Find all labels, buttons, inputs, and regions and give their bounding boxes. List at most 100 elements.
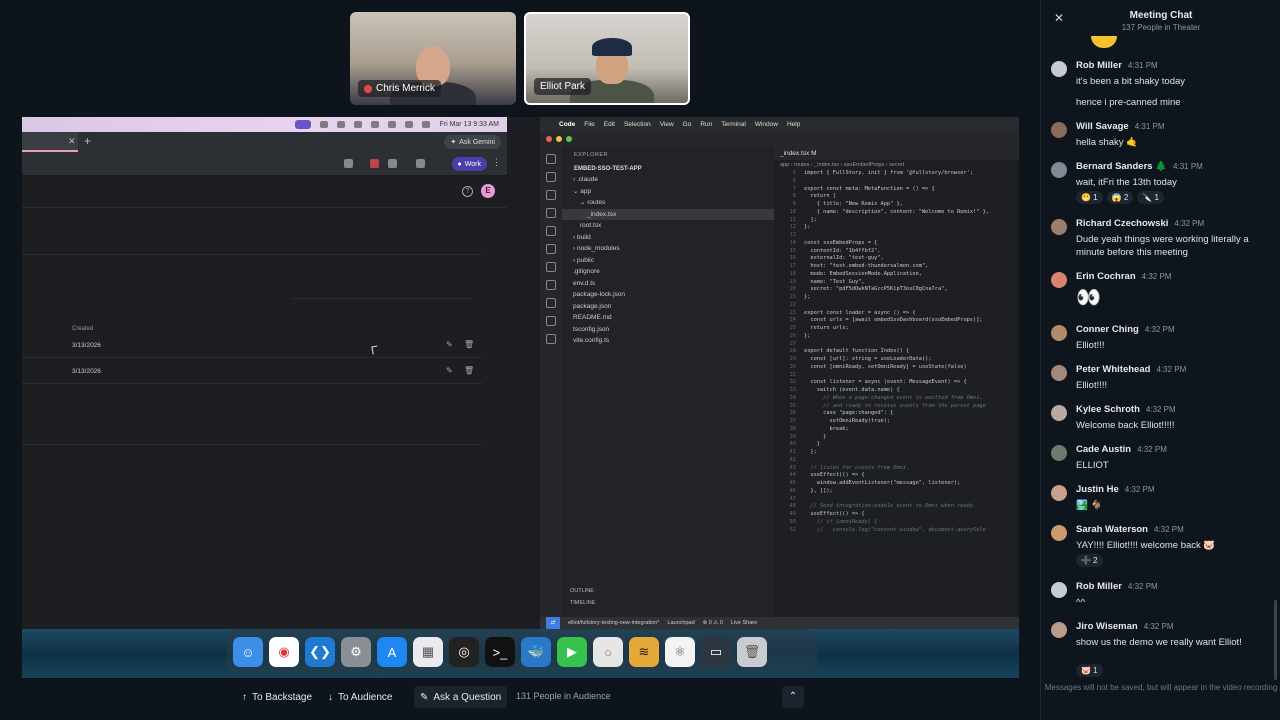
avatar[interactable] — [1051, 445, 1067, 461]
file-tree-item[interactable]: › node_modules — [562, 243, 774, 255]
file-tree-item[interactable]: package.json — [562, 301, 774, 313]
chevron-up-icon[interactable]: ⌃ — [782, 686, 804, 708]
reaction-chip[interactable]: 🔪 1 — [1137, 191, 1164, 204]
remote-icon[interactable]: ⇄ — [546, 617, 560, 629]
edit-icon[interactable]: ✎ — [446, 340, 453, 349]
extension-icon[interactable] — [546, 280, 556, 290]
menu-item[interactable]: File — [584, 121, 594, 128]
work-profile-button[interactable]: ● Work — [451, 157, 487, 171]
trash-icon[interactable]: 🗑 — [464, 340, 474, 349]
avatar[interactable] — [1051, 325, 1067, 341]
table-row[interactable]: 3/13/2026 ✎ 🗑 — [22, 334, 482, 358]
menu-item[interactable]: Terminal — [721, 121, 746, 128]
reaction-chip[interactable]: 🐷 1 — [1076, 664, 1103, 677]
scrollbar[interactable] — [1274, 600, 1277, 680]
file-tree-item[interactable]: › .claude — [562, 174, 774, 186]
code-editor[interactable]: _index.tsx M app › routes › _index.tsx ›… — [774, 146, 1019, 622]
launchpad-icon[interactable]: ▦ — [413, 637, 443, 667]
avatar[interactable] — [1051, 272, 1067, 288]
file-tree-item[interactable]: tsconfig.json — [562, 324, 774, 336]
docker-icon[interactable]: 🐳 — [521, 637, 551, 667]
files-icon[interactable] — [546, 154, 556, 164]
file-tree-item[interactable]: README.md — [562, 312, 774, 324]
editor-tab[interactable]: _index.tsx M — [780, 150, 817, 157]
file-tree-item[interactable]: › build — [562, 232, 774, 244]
trash-icon[interactable]: 🗑 — [464, 366, 474, 375]
file-tree-item[interactable]: package-lock.json — [562, 289, 774, 301]
menu-item[interactable]: Code — [559, 121, 575, 128]
extension-icon[interactable] — [546, 316, 556, 326]
avatar[interactable] — [1051, 622, 1067, 638]
reaction-chip[interactable]: 😬 1 — [1076, 191, 1103, 204]
participant-tile-elliot[interactable]: Elliot Park — [524, 12, 690, 105]
extension-icon[interactable] — [546, 334, 556, 344]
reaction-chip[interactable]: ➕ 2 — [1076, 554, 1103, 567]
claude-icon[interactable]: ◎ — [449, 637, 479, 667]
git-branch[interactable]: elliot/fullstory-testing-new-integration… — [568, 620, 659, 626]
search-icon[interactable] — [546, 172, 556, 182]
trash-icon[interactable]: 🗑 — [737, 637, 767, 667]
run-debug-icon[interactable] — [546, 208, 556, 218]
avatar[interactable] — [1051, 485, 1067, 501]
extension-icon[interactable] — [388, 159, 397, 168]
ask-question-button[interactable]: ✎ Ask a Question — [414, 686, 508, 708]
ask-gemini-button[interactable]: ✦ Ask Gemini — [444, 135, 501, 149]
avatar[interactable] — [1051, 162, 1067, 178]
app-icon[interactable]: ≋ — [629, 637, 659, 667]
breadcrumb[interactable]: app › routes › _index.tsx › ssoEmbedProp… — [774, 160, 1019, 170]
settings-icon[interactable]: ⚙ — [341, 637, 371, 667]
vscode-icon[interactable]: ❮❯ — [305, 637, 335, 667]
close-tab-icon[interactable]: ✕ — [68, 136, 76, 147]
to-backstage-button[interactable]: ↑ To Backstage — [236, 686, 318, 708]
to-audience-button[interactable]: ↓ To Audience — [322, 686, 399, 708]
file-tree-item[interactable]: vite.config.ts — [562, 335, 774, 347]
table-row[interactable]: 3/13/2026 ✎ 🗑 — [22, 360, 482, 384]
menu-item[interactable]: Go — [683, 121, 692, 128]
menu-item[interactable]: View — [660, 121, 674, 128]
outline-section[interactable]: OUTLINE — [562, 586, 774, 596]
finder-icon[interactable]: ☺ — [233, 637, 263, 667]
reaction-chip[interactable]: 😱 2 — [1106, 191, 1134, 204]
app-icon[interactable]: ○ — [593, 637, 623, 667]
file-tree-item[interactable]: _index.tsx — [562, 208, 774, 220]
chrome-icon[interactable]: ◉ — [269, 637, 299, 667]
menu-item[interactable]: Help — [787, 121, 800, 128]
facetime-icon[interactable]: ▶ — [557, 637, 587, 667]
participant-tile-chris[interactable]: Chris Merrick — [350, 12, 516, 105]
file-tree-item[interactable]: env.d.ts — [562, 278, 774, 290]
problems-count[interactable]: ⊗ 0 ⚠ 0 — [703, 620, 723, 626]
window-zoom-button[interactable] — [566, 136, 572, 142]
file-tree-item[interactable]: ⌄ app — [562, 186, 774, 198]
file-tree-item[interactable]: ⌄ routes — [562, 197, 774, 209]
remote-explorer-icon[interactable] — [546, 226, 556, 236]
launchpad[interactable]: Launchpad — [667, 620, 694, 626]
project-name[interactable]: EMBED-SSO-TEST-APP — [562, 164, 774, 174]
user-avatar[interactable]: E — [481, 184, 495, 198]
new-tab-icon[interactable]: + — [84, 134, 91, 148]
help-icon[interactable]: ? — [462, 186, 473, 197]
avatar[interactable] — [1051, 405, 1067, 421]
file-tree-item[interactable]: root.tsx — [562, 220, 774, 232]
avatar[interactable] — [1051, 219, 1067, 235]
live-share[interactable]: Live Share — [731, 620, 757, 626]
avatar[interactable] — [1051, 525, 1067, 541]
avatar[interactable] — [1051, 365, 1067, 381]
window-close-button[interactable] — [546, 136, 552, 142]
extension-icon[interactable] — [546, 262, 556, 272]
edit-icon[interactable]: ✎ — [446, 366, 453, 375]
avatar[interactable] — [1051, 582, 1067, 598]
window-minimize-button[interactable] — [556, 136, 562, 142]
avatar[interactable] — [1051, 122, 1067, 138]
extension-icon[interactable] — [546, 298, 556, 308]
menu-item[interactable]: Edit — [604, 121, 615, 128]
menu-item[interactable]: Selection — [624, 121, 651, 128]
document-icon[interactable]: ⚛ — [665, 637, 695, 667]
file-tree-item[interactable]: .gitignore — [562, 266, 774, 278]
avatar[interactable] — [1051, 61, 1067, 77]
app-store-icon[interactable]: A — [377, 637, 407, 667]
screen-window-icon[interactable]: ▭ — [701, 637, 731, 667]
star-icon[interactable] — [344, 159, 353, 168]
source-control-icon[interactable] — [546, 190, 556, 200]
extension-icon[interactable] — [370, 159, 379, 168]
terminal-icon[interactable]: >_ — [485, 637, 515, 667]
